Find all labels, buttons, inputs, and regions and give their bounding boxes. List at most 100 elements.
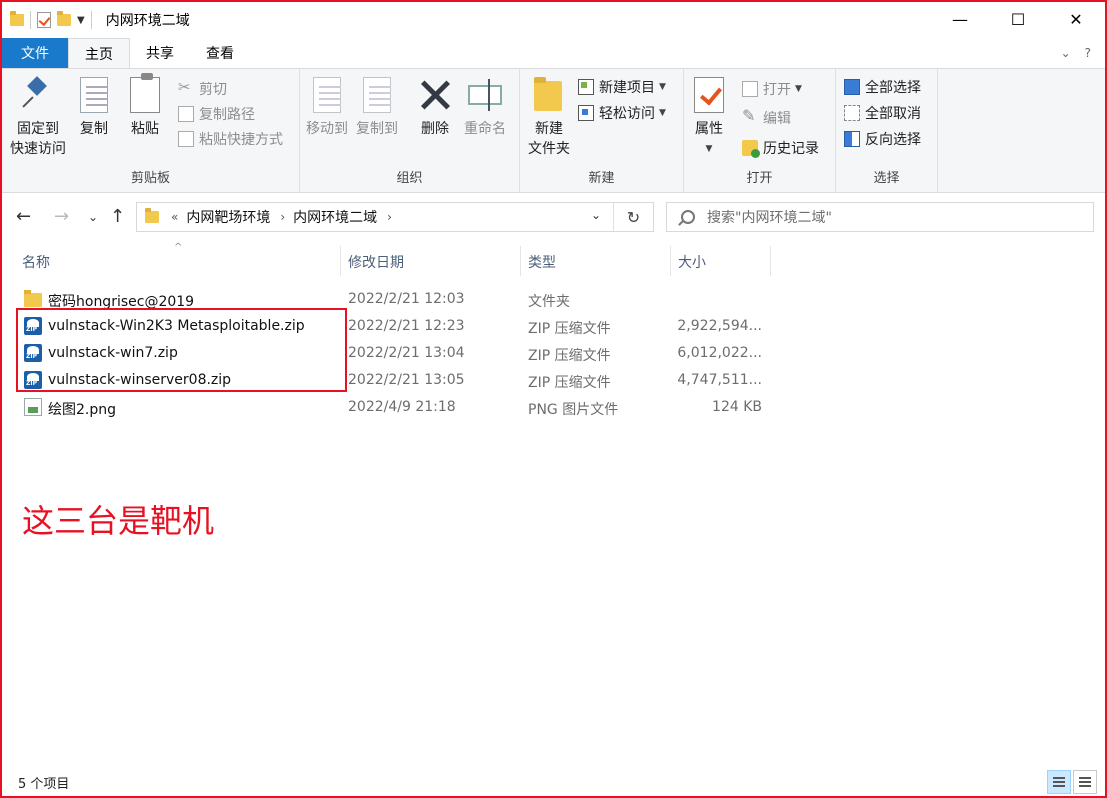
file-date: 2022/2/21 13:04 [348, 345, 465, 361]
breadcrumb-item[interactable]: 内网环境二域 [293, 207, 377, 227]
history-button[interactable]: 历史记录 [742, 136, 819, 160]
copy-to-button[interactable]: 复制到 [356, 77, 398, 139]
file-name: 绘图2.png [48, 402, 117, 418]
column-size[interactable]: 大小 [678, 252, 706, 272]
pin-quick-access-button[interactable]: 固定到 快速访问 [10, 77, 66, 159]
new-item-icon [578, 79, 594, 95]
file-date: 2022/4/9 21:18 [348, 399, 456, 415]
column-divider[interactable] [520, 246, 521, 276]
select-none-icon [844, 105, 860, 121]
new-folder-icon[interactable] [57, 11, 71, 26]
column-date[interactable]: 修改日期 [348, 252, 404, 272]
tab-view[interactable]: 查看 [190, 38, 250, 68]
tab-home[interactable]: 主页 [68, 38, 130, 68]
properties-icon[interactable] [37, 12, 51, 28]
sort-arrow-icon: ^ [174, 242, 183, 253]
properties-label: 属性 [695, 121, 723, 137]
help-icon[interactable]: ? [1085, 46, 1091, 60]
annotation-text: 这三台是靶机 [22, 502, 215, 540]
large-icons-view-button[interactable] [1073, 770, 1097, 794]
move-to-label: 移动到 [306, 121, 348, 137]
select-none-label: 全部取消 [865, 106, 921, 122]
paste-button[interactable]: 粘贴 [130, 73, 160, 139]
delete-label: 删除 [421, 121, 449, 137]
file-type: ZIP 压缩文件 [528, 375, 611, 391]
invert-selection-button[interactable]: 反向选择 [844, 127, 921, 151]
clipboard-group: 固定到 快速访问 复制 粘贴 剪切 复制路径 粘贴快捷方式 剪贴板 [2, 69, 300, 192]
move-to-button[interactable]: 移动到 [306, 77, 348, 139]
ribbon: 固定到 快速访问 复制 粘贴 剪切 复制路径 粘贴快捷方式 剪贴板 移动到 [2, 68, 1105, 193]
cut-button[interactable]: 剪切 [178, 77, 227, 101]
cut-label: 剪切 [199, 82, 227, 98]
navigation-bar: ← → ⌄ ↑ « 内网靶场环境 › 内网环境二域 › ⌄ ↻ 搜索"内网环境二… [2, 194, 1105, 242]
file-type: ZIP 压缩文件 [528, 348, 611, 364]
chevron-down-icon[interactable]: ▼ [77, 15, 85, 26]
organize-group: 移动到 复制到 删除 重命名 组织 [300, 69, 520, 192]
new-item-button[interactable]: 新建项目 ▼ [578, 75, 666, 99]
file-type: ZIP 压缩文件 [528, 321, 611, 337]
tab-file[interactable]: 文件 [2, 38, 68, 68]
tab-share[interactable]: 共享 [130, 38, 190, 68]
history-label: 历史记录 [763, 141, 819, 157]
new-folder-button[interactable]: 新建 文件夹 [528, 77, 570, 159]
search-input[interactable]: 搜索"内网环境二域" [666, 202, 1094, 232]
easy-access-button[interactable]: 轻松访问 ▼ [578, 101, 666, 125]
copy-button[interactable]: 复制 [80, 77, 108, 139]
recent-locations-button[interactable]: ⌄ [88, 210, 98, 224]
select-none-button[interactable]: 全部取消 [844, 101, 921, 125]
delete-icon [418, 77, 452, 113]
copy-to-label: 复制到 [356, 121, 398, 137]
copy-path-button[interactable]: 复制路径 [178, 102, 255, 126]
search-icon [681, 210, 695, 224]
toolbar-divider [30, 11, 31, 29]
rename-button[interactable]: 重命名 [464, 77, 506, 139]
chevron-down-icon[interactable]: ⌄ [591, 208, 601, 222]
chevron-down-icon[interactable]: ⌄ [1061, 46, 1071, 60]
paste-label: 粘贴 [131, 121, 159, 137]
breadcrumb-separator[interactable]: › [280, 210, 285, 224]
column-divider[interactable] [770, 246, 771, 276]
delete-button[interactable]: 删除 [418, 77, 452, 139]
open-label: 打开 [763, 82, 791, 98]
title-bar: ▼ 内网环境二域 — ☐ ✕ [2, 2, 1105, 38]
group-label: 新建 [588, 171, 615, 186]
breadcrumb-separator[interactable]: › [387, 210, 392, 224]
pin-label-line2: 快速访问 [10, 141, 66, 157]
edit-button[interactable]: 编辑 [742, 106, 791, 130]
select-all-button[interactable]: 全部选择 [844, 75, 921, 99]
group-label: 剪贴板 [130, 171, 170, 186]
file-size: 4,747,511... [677, 372, 762, 388]
minimize-button[interactable]: — [931, 2, 989, 36]
forward-button[interactable]: → [54, 206, 69, 227]
chevron-down-icon: ▼ [659, 82, 666, 92]
column-name[interactable]: 名称 [22, 252, 50, 272]
details-view-button[interactable] [1047, 770, 1071, 794]
open-button[interactable]: 打开 ▼ [742, 77, 802, 101]
back-button[interactable]: ← [16, 206, 31, 227]
file-row[interactable]: 绘图2.png 2022/4/9 21:18 PNG 图片文件 124 KB [2, 394, 1105, 421]
select-all-label: 全部选择 [865, 80, 921, 96]
ribbon-controls: ⌄ ? [1061, 38, 1105, 68]
open-group: 属性 ▼ 打开 ▼ 编辑 历史记录 打开 [684, 69, 836, 192]
chevron-down-icon: ▼ [659, 108, 666, 118]
address-bar[interactable]: « 内网靶场环境 › 内网环境二域 › ⌄ ↻ [136, 202, 654, 232]
paste-shortcut-button[interactable]: 粘贴快捷方式 [178, 127, 283, 151]
maximize-button[interactable]: ☐ [989, 2, 1047, 36]
properties-button[interactable]: 属性 ▼ [694, 77, 724, 159]
column-type[interactable]: 类型 [528, 252, 556, 272]
window-title: 内网环境二域 [105, 13, 190, 29]
up-button[interactable]: ↑ [110, 206, 125, 227]
paste-shortcut-icon [178, 131, 194, 147]
rename-icon [468, 79, 502, 111]
breadcrumb-item[interactable]: 内网靶场环境 [186, 207, 270, 227]
select-group: 全部选择 全部取消 反向选择 选择 [836, 69, 938, 192]
folder-icon [145, 208, 159, 223]
breadcrumb-overflow[interactable]: « [171, 210, 178, 224]
pin-icon [21, 77, 55, 113]
refresh-button[interactable]: ↻ [613, 203, 653, 231]
column-divider[interactable] [340, 246, 341, 276]
copy-label: 复制 [80, 121, 108, 137]
file-type: 文件夹 [528, 294, 570, 310]
column-divider[interactable] [670, 246, 671, 276]
close-button[interactable]: ✕ [1047, 2, 1105, 36]
